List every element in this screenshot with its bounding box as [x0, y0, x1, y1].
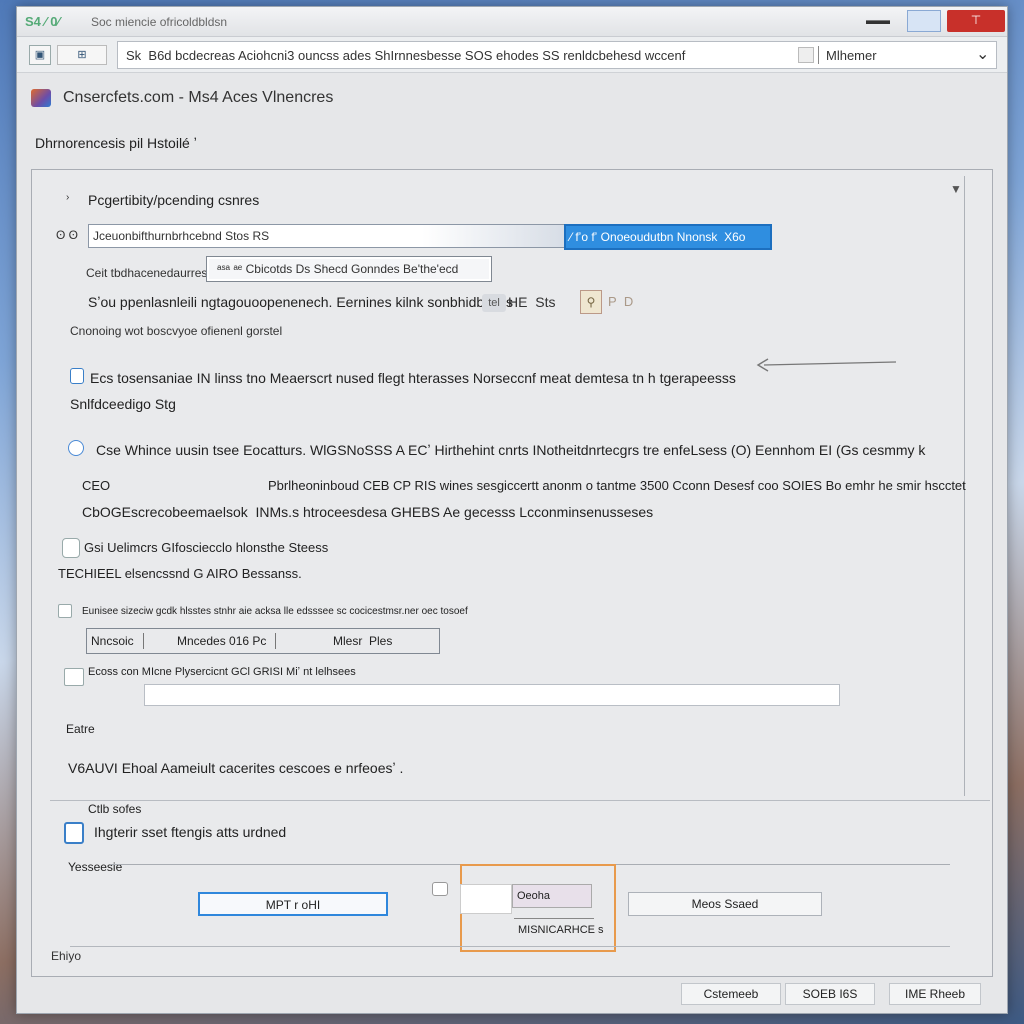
secondary-button[interactable]: Meos Ssaed: [628, 892, 822, 916]
hint-button[interactable]: HE Sts: [508, 294, 555, 310]
row1-checkbox[interactable]: [70, 368, 84, 384]
primary-button[interactable]: MPT r oHI: [198, 892, 388, 916]
row4-text: Ecoss con MIcne Plysercicnt GCl GRISI Mi…: [88, 666, 356, 678]
hint-text: Sʼou ppenlasnleili ngtagouoopenenech. Ee…: [88, 294, 513, 310]
combo-value[interactable]: Oeoha: [512, 884, 592, 908]
footer-button-2[interactable]: SOEB I6S: [785, 983, 875, 1005]
row2-code: CEO: [82, 478, 111, 493]
window-title: Soc miencie ofricoldbldsn: [91, 15, 228, 29]
option-text: Ihgterir sset ftengis atts urdned: [94, 824, 287, 840]
row1-text: Ecs tosensaniae IN linss tno Meaerscrt n…: [90, 370, 736, 386]
settings-panel: ▼ › Pcgertibity/pcending csnres ʘ ʘ Jceu…: [31, 169, 993, 977]
page-logo-icon: [31, 89, 51, 107]
filter-input-value: Jceuonbifthurnbrhcebnd Stos RS: [93, 229, 270, 243]
footer-label: Ehiyo: [51, 949, 82, 963]
column-divider: [275, 633, 276, 649]
arrow-left-icon: [756, 358, 896, 372]
close-button[interactable]: ⊤: [947, 10, 1005, 32]
footer-button-3[interactable]: IME Rheeb: [889, 983, 981, 1005]
scope-field[interactable]: ᵃˢᵃ ᵃᵉ Cbicotds Ds Shecd Gonndes Be'the'…: [206, 256, 492, 282]
app-icon: S4 ⁄ 0⁄: [25, 14, 60, 29]
filter-dropdown[interactable]: ⁄ fʼo fʼ Onoeoudutbn Nnonsk X6o: [564, 224, 772, 250]
lamp-icon[interactable]: ⚲: [580, 290, 602, 314]
row2-text: Cse Whince uusin tsee Eocatturs. WlGSNoS…: [96, 442, 926, 458]
row5-text: V6AUVI Ehoal Aameiult cacerites cescoes …: [68, 760, 404, 776]
row2-radio[interactable]: [68, 440, 84, 456]
options-label: Ctlb sofes: [88, 802, 142, 816]
row2-detail: Pbrlheoninboud CEB CP RIS wines sesgicce…: [268, 478, 966, 493]
chevron-down-icon[interactable]: ⌄: [976, 44, 989, 64]
filter-dropdown-value: ⁄ fʼo fʼ Onoeoudutbn Nnonsk X6o: [570, 230, 746, 244]
view-grid-icon[interactable]: ▣: [29, 45, 51, 65]
page-title: Cnsercfets.com - Ms4 Aces Vlnencres: [63, 89, 334, 106]
note-text: Cnonoing wot boscvyoe ofienenl gorstel: [70, 324, 283, 338]
grid-menu-icon[interactable]: ⊞: [57, 45, 107, 65]
group-label: Yesseesie: [68, 860, 123, 874]
tag-icon: [798, 47, 814, 63]
row1-subtext: Snlfdceedigo Stg: [70, 396, 176, 412]
collapse-arrow-icon[interactable]: ▼: [950, 182, 962, 196]
scope-label: Ceit tbdhacenedaurres: [86, 266, 208, 280]
maximize-button[interactable]: [907, 10, 941, 32]
option-checkbox[interactable]: [64, 822, 84, 844]
column-selector[interactable]: Nncsoic Mncedes 016 Pc Mlesr Ples: [86, 628, 440, 654]
row4-checkbox[interactable]: [64, 668, 84, 686]
main-window: S4 ⁄ 0⁄ Soc miencie ofricoldbldsn ▬▬ ⊤ ▣…: [16, 6, 1008, 1014]
section-expander-icon[interactable]: ›: [66, 192, 69, 203]
hint-badge: tel: [482, 294, 506, 312]
address-text: Sk B6d bcdecreas Aciohcni3 ouncss ades S…: [126, 48, 686, 63]
address-mode[interactable]: Mlhemer: [826, 48, 877, 63]
row3-checkbox[interactable]: [62, 538, 80, 558]
row2-subtext: CbOGEscrecobeemaelsok INMs.s htroceesdes…: [82, 504, 654, 520]
combo-input[interactable]: [460, 884, 512, 914]
footer-button-1[interactable]: Cstemeeb: [681, 983, 781, 1005]
filter-input[interactable]: Jceuonbifthurnbrhcebnd Stos RS: [88, 224, 566, 248]
row4-input[interactable]: [144, 684, 840, 706]
column-divider: [143, 633, 144, 649]
filter-label: ʘ ʘ: [56, 228, 79, 242]
row3-text: Gsi Uelimcrs GIfosciecclo hlonsthe Stees…: [84, 540, 329, 555]
address-bar[interactable]: Sk B6d bcdecreas Aciohcni3 ouncss ades S…: [117, 41, 997, 69]
small-row-text: Eunisee sizeciw gcdk hlsstes stnhr aie a…: [82, 606, 468, 617]
toolbar: ▣ ⊞ Sk B6d bcdecreas Aciohcni3 ouncss ad…: [17, 37, 1007, 73]
divider: [50, 800, 990, 801]
column-cell-1[interactable]: Nncsoic: [91, 634, 134, 648]
combo-option[interactable]: MISNICARHCE s: [514, 918, 604, 940]
column-cell-2[interactable]: Mncedes 016 Pc: [177, 634, 266, 648]
address-separator: [818, 46, 819, 64]
minimize-button[interactable]: ▬▬: [861, 10, 895, 32]
title-bar: S4 ⁄ 0⁄ Soc miencie ofricoldbldsn ▬▬ ⊤: [17, 7, 1007, 37]
group-bottom-line: [70, 946, 950, 947]
page-subtitle: Dhrnorencesis pil Hstoilé ʼ: [35, 135, 197, 151]
combo-toggle[interactable]: [432, 882, 448, 896]
small-row-checkbox[interactable]: [58, 604, 72, 618]
hint-extra: P D: [608, 294, 637, 309]
lone-label: Eatre: [66, 722, 95, 736]
combo-group: Oeoha MISNICARHCE s: [460, 864, 616, 952]
column-cell-3[interactable]: Mlesr Ples: [333, 634, 392, 648]
scope-field-value: ᵃˢᵃ ᵃᵉ Cbicotds Ds Shecd Gonndes Be'the'…: [217, 262, 459, 276]
section-title: Pcgertibity/pcending csnres: [88, 192, 260, 208]
row3-subtext: TECHIEEL elsencssnd G AIRO Bessanss.: [58, 566, 302, 581]
